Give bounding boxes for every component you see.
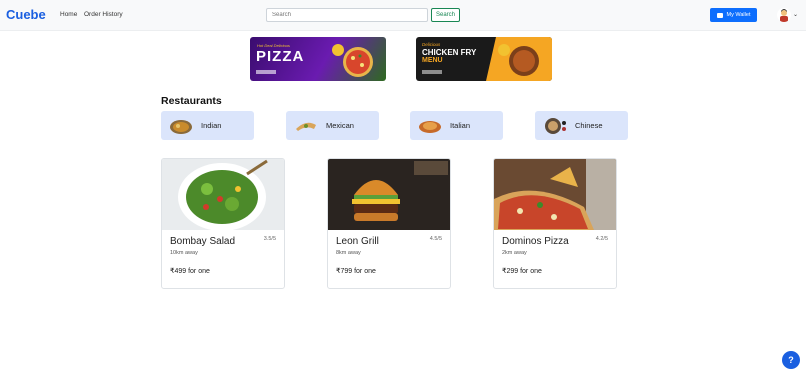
search-input[interactable] <box>266 8 428 22</box>
restaurant-photo <box>494 159 616 230</box>
restaurant-name: Leon Grill <box>336 236 379 247</box>
promo-banner-chicken[interactable]: Delicious CHICKEN FRY MENU <box>416 37 552 81</box>
promo-banner-pizza[interactable]: Hot Deal Delicious PIZZA <box>250 37 386 81</box>
restaurant-price: ₹499 for one <box>170 268 210 275</box>
restaurant-photo <box>162 159 284 230</box>
restaurant-distance: 2km away <box>502 250 527 256</box>
chicken-banner-headline: CHICKEN FRY <box>422 48 477 57</box>
page-title: Restaurants <box>161 95 222 107</box>
search-button[interactable]: Search <box>431 8 460 22</box>
restaurant-distance: 8km away <box>336 250 361 256</box>
restaurant-price: ₹299 for one <box>502 268 542 275</box>
mexican-food-icon <box>296 122 316 131</box>
avatar[interactable] <box>777 8 791 22</box>
category-indian[interactable]: Indian <box>161 111 254 140</box>
category-label: Italian <box>450 121 471 130</box>
restaurant-card-dominos-pizza[interactable]: Dominos Pizza 4.2/5 2km away ₹299 for on… <box>493 158 617 289</box>
restaurant-name: Bombay Salad <box>170 236 236 247</box>
restaurant-card-leon-grill[interactable]: Leon Grill 4.5/5 8km away ₹799 for one <box>327 158 451 289</box>
chevron-down-icon[interactable]: ⌄ <box>793 11 798 18</box>
restaurant-rating: 4.2/5 <box>595 236 608 242</box>
wallet-button-label: My Wallet <box>726 12 751 18</box>
restaurant-card-bombay-salad[interactable]: Bombay Salad 3.5/5 10km away ₹499 for on… <box>161 158 285 289</box>
wallet-icon <box>716 12 723 18</box>
brand-logo[interactable]: Cuebe <box>6 7 46 22</box>
restaurant-rating: 4.5/5 <box>429 236 442 242</box>
category-label: Chinese <box>575 121 603 130</box>
help-button[interactable]: ? <box>782 351 800 369</box>
category-chinese[interactable]: Chinese <box>535 111 628 140</box>
italian-food-icon <box>419 120 441 133</box>
restaurant-photo <box>328 159 450 230</box>
nav-link-home[interactable]: Home <box>60 11 77 18</box>
category-mexican[interactable]: Mexican <box>286 111 379 140</box>
indian-food-icon <box>170 119 192 134</box>
pizza-banner-headline: PIZZA <box>256 48 305 65</box>
category-label: Mexican <box>326 121 354 130</box>
navbar: Cuebe Home Order History Search My Walle… <box>0 0 806 31</box>
nav-link-order-history[interactable]: Order History <box>84 11 123 18</box>
user-avatar-icon <box>780 9 788 22</box>
chicken-banner-tagline: Delicious <box>422 42 441 47</box>
category-italian[interactable]: Italian <box>410 111 503 140</box>
chicken-banner-sub: MENU <box>422 57 443 64</box>
wallet-button[interactable]: My Wallet <box>710 8 757 22</box>
restaurant-price: ₹799 for one <box>336 268 376 275</box>
restaurant-distance: 10km away <box>170 250 198 256</box>
chinese-food-icon <box>545 117 566 134</box>
category-label: Indian <box>201 121 222 130</box>
restaurant-rating: 3.5/5 <box>263 236 276 242</box>
restaurant-name: Dominos Pizza <box>502 236 569 247</box>
